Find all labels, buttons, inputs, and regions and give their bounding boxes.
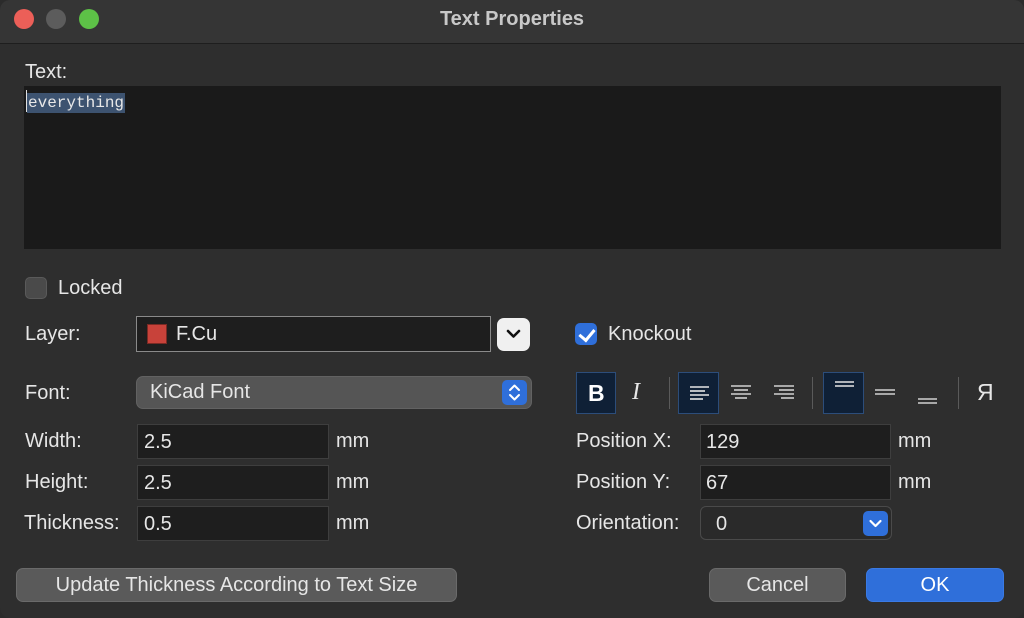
position-y-label: Position Y:	[576, 471, 671, 493]
valign-top-icon	[835, 381, 854, 387]
layer-dropdown-button[interactable]	[497, 318, 530, 351]
knockout-label[interactable]: Knockout	[608, 323, 691, 346]
knockout-checkbox[interactable]	[575, 323, 597, 345]
position-y-input[interactable]: 67	[700, 465, 891, 500]
bold-label: B	[588, 380, 605, 406]
thickness-value: 0.5	[144, 513, 172, 535]
align-right-button[interactable]	[765, 372, 803, 414]
italic-label: I	[632, 379, 640, 405]
chevron-down-icon	[506, 329, 521, 338]
align-center-icon	[731, 385, 751, 399]
height-label: Height:	[25, 471, 89, 493]
locked-checkbox[interactable]	[25, 277, 47, 299]
valign-bottom-button[interactable]	[908, 372, 946, 414]
width-input[interactable]: 2.5	[137, 424, 329, 459]
format-separator	[958, 377, 959, 409]
valign-bottom-icon	[918, 398, 937, 404]
format-separator	[669, 377, 670, 409]
layer-combobox[interactable]: F.Cu	[136, 316, 491, 352]
position-x-value: 129	[706, 431, 740, 453]
text-editor-content: everything	[27, 93, 126, 113]
text-editor[interactable]: everything	[24, 86, 1001, 249]
layer-label: Layer:	[25, 323, 81, 345]
position-y-value: 67	[706, 472, 729, 494]
width-unit: mm	[336, 430, 370, 452]
text-properties-dialog: Text Properties Text: everything Locked …	[0, 0, 1024, 618]
italic-button[interactable]: I	[620, 372, 654, 414]
align-left-icon	[690, 386, 709, 400]
text-label: Text:	[25, 61, 68, 83]
valign-top-button[interactable]	[823, 372, 864, 414]
window-title: Text Properties	[439, 8, 585, 30]
position-x-input[interactable]: 129	[700, 424, 891, 459]
thickness-input[interactable]: 0.5	[137, 506, 329, 541]
bold-button[interactable]: B	[576, 372, 616, 414]
mirror-label: Я	[977, 379, 994, 405]
position-y-unit: mm	[898, 471, 932, 493]
position-x-unit: mm	[898, 430, 932, 452]
title-bar[interactable]: Text Properties	[0, 0, 1024, 44]
updown-chevron-icon	[509, 384, 520, 401]
width-label: Width:	[25, 430, 82, 452]
locked-label[interactable]: Locked	[58, 277, 123, 300]
orientation-combobox[interactable]: 0	[700, 506, 892, 540]
layer-color-swatch	[147, 324, 167, 344]
thickness-unit: mm	[336, 512, 370, 534]
position-x-label: Position X:	[576, 430, 672, 452]
thickness-label: Thickness:	[24, 512, 120, 534]
height-input[interactable]: 2.5	[137, 465, 329, 500]
font-label: Font:	[25, 382, 71, 404]
align-center-button[interactable]	[722, 372, 760, 414]
chevron-down-icon	[869, 519, 882, 528]
font-value: KiCad Font	[150, 381, 251, 403]
orientation-dropdown-button[interactable]	[863, 511, 888, 536]
cancel-button[interactable]: Cancel	[709, 568, 846, 602]
font-select-stepper	[502, 380, 527, 405]
orientation-label: Orientation:	[576, 512, 680, 534]
format-separator	[812, 377, 813, 409]
ok-button[interactable]: OK	[866, 568, 1004, 602]
align-right-icon	[774, 385, 794, 399]
valign-center-icon	[875, 389, 895, 395]
orientation-value: 0	[716, 513, 728, 535]
mirror-button[interactable]: Я	[970, 372, 1004, 414]
height-value: 2.5	[144, 472, 172, 494]
width-value: 2.5	[144, 431, 172, 453]
align-left-button[interactable]	[678, 372, 719, 414]
valign-center-button[interactable]	[866, 372, 904, 414]
height-unit: mm	[336, 471, 370, 493]
layer-value: F.Cu	[176, 323, 218, 345]
update-thickness-button[interactable]: Update Thickness According to Text Size	[16, 568, 457, 602]
font-select[interactable]: KiCad Font	[136, 376, 532, 409]
